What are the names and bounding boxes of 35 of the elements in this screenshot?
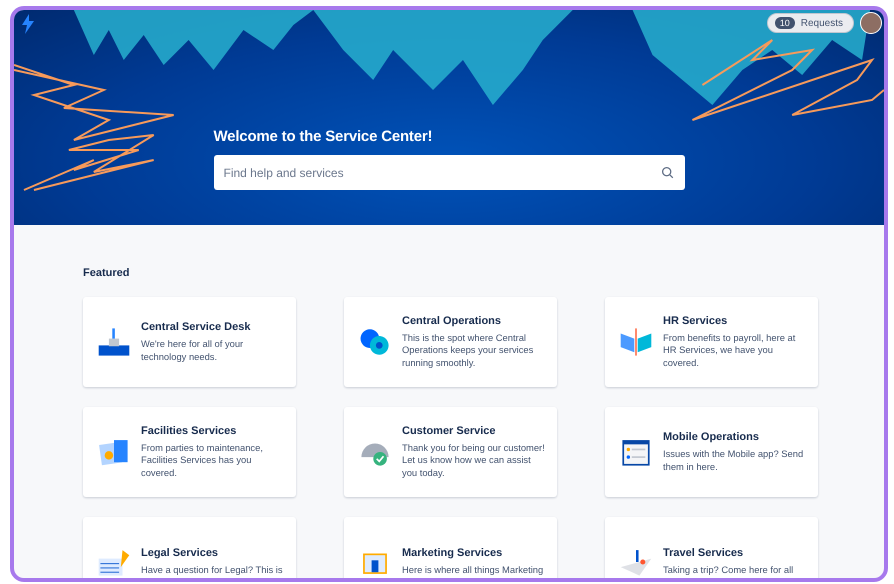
service-card[interactable]: Marketing Services Here is where all things Marketing <box>344 517 557 578</box>
card-title: Customer Service <box>402 424 497 437</box>
card-description: Thank you for being our customer! Let us know how we can assist you today. <box>402 442 545 480</box>
card-title: Central Operations <box>402 314 502 327</box>
requests-button[interactable]: 10 Requests <box>766 13 854 33</box>
search-icon[interactable] <box>660 166 674 179</box>
service-card[interactable]: Customer Service Thank you for being our customer! Let us know how we can assist you today. <box>344 407 557 497</box>
service-card[interactable]: HR Services From benefits to payroll, here at HR Services, we have you covered. <box>605 297 818 387</box>
requests-count: 10 <box>774 17 795 29</box>
featured-heading: Featured <box>83 267 130 279</box>
card-title: HR Services <box>663 314 728 327</box>
search-field[interactable]: Find help and services <box>214 155 684 190</box>
service-card[interactable]: Legal Services Have a question for Legal? This is <box>83 517 296 578</box>
card-description: Taking a trip? Come here for all <box>663 564 794 577</box>
card-title: Travel Services <box>663 547 744 560</box>
card-description: Here is where all things Marketing <box>402 564 544 577</box>
card-title: Legal Services <box>141 547 220 560</box>
card-title: Central Service Desk <box>141 321 252 333</box>
card-title: Facilities Services <box>141 424 238 437</box>
welcome-title: Welcome to the Service Center! <box>214 128 434 145</box>
card-description: Issues with the Mobile app? Send them in here. <box>663 448 804 473</box>
card-description: From parties to maintenance, Facilities Services has you covered. <box>141 442 264 480</box>
service-card[interactable]: Travel Services Taking a trip? Come here for all <box>605 517 818 578</box>
card-description: Have a question for Legal? This is <box>141 564 283 577</box>
card-description: This is the spot where Central Operations keeps your services running smoothly. <box>402 332 534 370</box>
service-card[interactable]: Mobile Operations Issues with the Mobile app? Send them in here. <box>605 407 818 497</box>
card-title: Marketing Services <box>402 547 504 560</box>
card-title: Mobile Operations <box>663 431 760 443</box>
lightning-logo-icon[interactable] <box>20 14 36 34</box>
service-card[interactable]: Central Operations This is the spot where Central Operations keeps your services running smoothly. <box>344 297 557 387</box>
card-description: We're here for all of your technology needs. <box>141 338 244 363</box>
requests-label: Requests <box>800 18 843 28</box>
card-description: From benefits to payroll, here at HR Services, we have you covered. <box>663 332 796 370</box>
service-card[interactable]: Facilities Services From parties to maintenance, Facilities Services has you covered. <box>83 407 296 497</box>
service-card[interactable]: Central Service Desk We're here for all of your technology needs. <box>83 297 296 387</box>
